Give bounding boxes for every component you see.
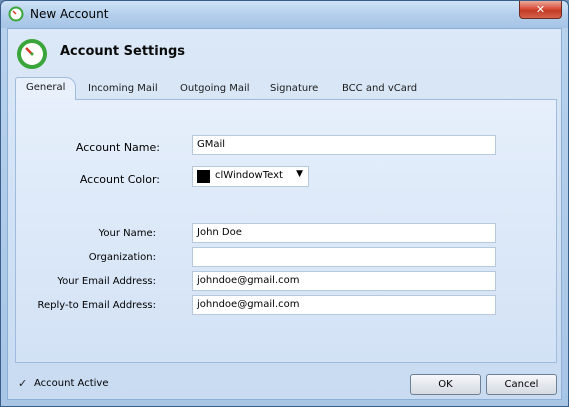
account-name-label: Account Name: xyxy=(75,141,160,154)
general-tab-panel: Account Name: GMail Account Color: clWin… xyxy=(15,99,557,363)
page-title: Account Settings xyxy=(60,44,186,59)
account-color-select[interactable]: clWindowText ▼ xyxy=(192,166,309,187)
organization-label: Organization: xyxy=(88,252,156,263)
your-name-input[interactable]: John Doe xyxy=(192,223,496,243)
app-clock-icon xyxy=(8,6,24,22)
tab-outgoing-mail[interactable]: Outgoing Mail xyxy=(170,79,260,99)
new-account-window: New Account ✕ Account Settings General I… xyxy=(0,0,569,407)
tab-incoming-mail[interactable]: Incoming Mail xyxy=(78,79,168,99)
account-active-checkbox[interactable]: ✓ xyxy=(18,378,29,389)
ok-button[interactable]: OK xyxy=(410,374,481,395)
your-name-label: Your Name: xyxy=(98,228,156,239)
account-color-value: clWindowText xyxy=(215,170,283,181)
organization-input[interactable] xyxy=(192,247,496,267)
dialog-body: Account Settings General Incoming Mail O… xyxy=(7,28,562,400)
account-color-label: Account Color: xyxy=(79,173,160,186)
tab-general[interactable]: General xyxy=(15,77,77,100)
account-active-label: Account Active xyxy=(34,378,109,389)
email-label: Your Email Address: xyxy=(57,276,156,287)
tab-strip: General Incoming Mail Outgoing Mail Sign… xyxy=(15,77,557,100)
account-name-input[interactable]: GMail xyxy=(192,135,496,155)
chevron-down-icon[interactable]: ▼ xyxy=(296,169,303,179)
title-bar[interactable]: New Account ✕ xyxy=(1,1,568,28)
tab-bcc-vcard[interactable]: BCC and vCard xyxy=(332,79,427,99)
close-icon: ✕ xyxy=(535,3,546,16)
reply-to-input[interactable]: johndoe@gmail.com xyxy=(192,295,496,315)
cancel-button[interactable]: Cancel xyxy=(486,374,557,395)
close-button[interactable]: ✕ xyxy=(519,1,562,19)
account-clock-icon xyxy=(17,39,47,69)
color-swatch xyxy=(197,170,210,183)
email-input[interactable]: johndoe@gmail.com xyxy=(192,271,496,291)
window-title: New Account xyxy=(30,7,109,21)
tab-signature[interactable]: Signature xyxy=(260,79,328,99)
reply-to-label: Reply-to Email Address: xyxy=(37,300,156,311)
